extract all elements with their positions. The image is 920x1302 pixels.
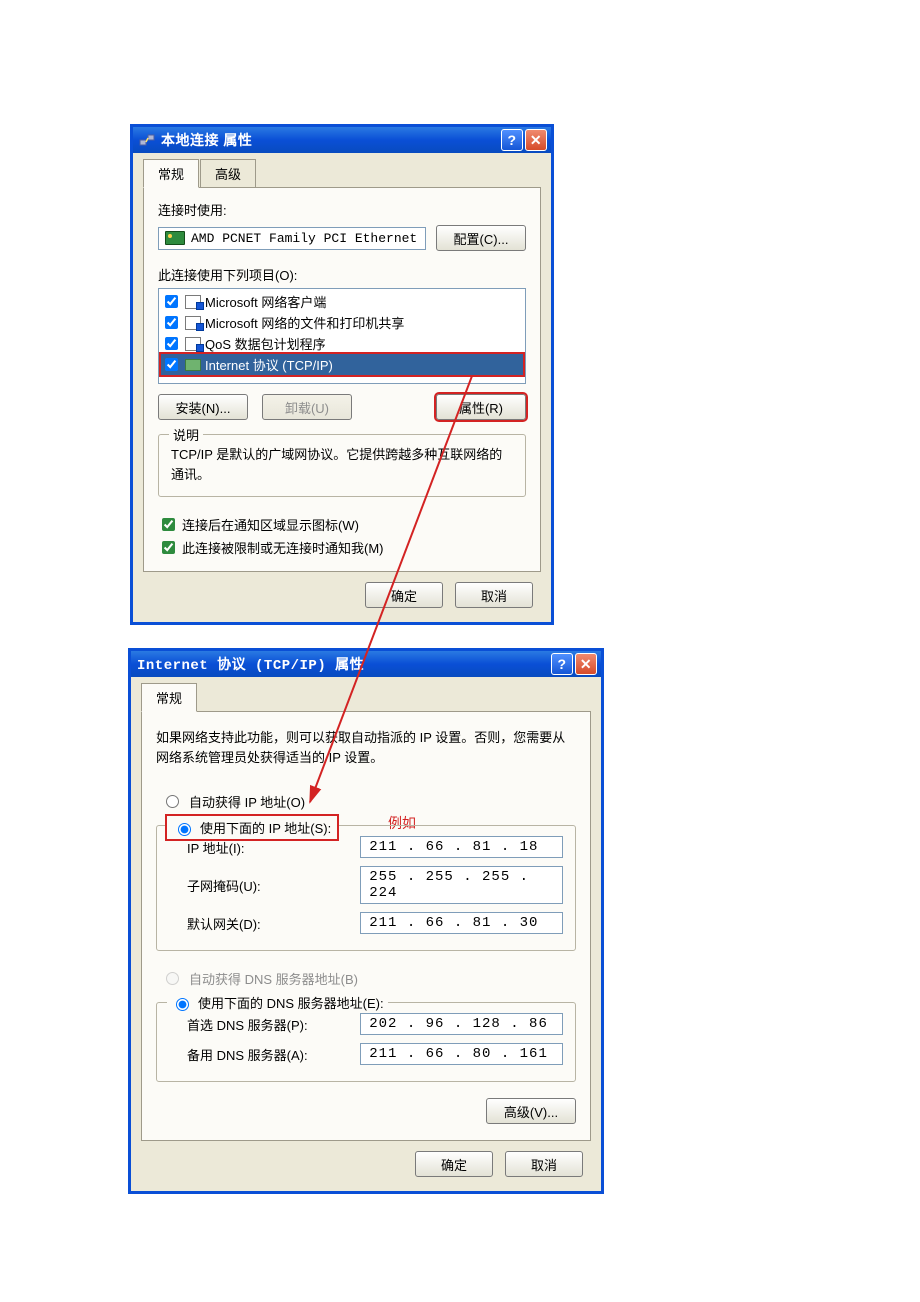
gateway-label: 默认网关(D): — [187, 914, 360, 933]
dialog-title: 本地连接 属性 — [161, 130, 499, 150]
help-button[interactable]: ? — [551, 653, 573, 675]
item-checkbox[interactable] — [165, 295, 178, 308]
item-checkbox[interactable] — [165, 316, 178, 329]
description-group: 说明 TCP/IP 是默认的广域网协议。它提供跨越多种互联网络的通讯。 — [158, 434, 526, 497]
manual-ip-group: 使用下面的 IP 地址(S): IP 地址(I): 211 . 66 . 81 … — [156, 825, 576, 951]
service-icon — [185, 316, 201, 330]
adapter-display: AMD PCNET Family PCI Ethernet — [158, 227, 426, 250]
notify-limited-label: 此连接被限制或无连接时通知我(M) — [182, 538, 384, 557]
uninstall-button: 卸载(U) — [262, 394, 352, 420]
description-text: TCP/IP 是默认的广域网协议。它提供跨越多种互联网络的通讯。 — [171, 445, 513, 484]
manual-ip-label: 使用下面的 IP 地址(S): — [200, 818, 331, 837]
show-tray-icon-checkbox[interactable] — [162, 518, 175, 531]
close-button[interactable]: ✕ — [575, 653, 597, 675]
manual-dns-radio[interactable] — [176, 998, 189, 1011]
tab-panel-general: 连接时使用: AMD PCNET Family PCI Ethernet 配置(… — [143, 187, 541, 572]
gateway-input[interactable]: 211 . 66 . 81 . 30 — [360, 912, 563, 934]
install-button[interactable]: 安装(N)... — [158, 394, 248, 420]
auto-ip-label: 自动获得 IP 地址(O) — [189, 792, 305, 811]
item-checkbox[interactable] — [165, 358, 178, 371]
tabstrip: 常规 高级 — [143, 159, 541, 188]
auto-ip-radio[interactable] — [166, 795, 179, 808]
description-legend: 说明 — [169, 425, 203, 444]
adapter-name: AMD PCNET Family PCI Ethernet — [191, 231, 417, 246]
subnet-mask-label: 子网掩码(U): — [187, 876, 360, 895]
item-checkbox[interactable] — [165, 337, 178, 350]
subnet-mask-input[interactable]: 255 . 255 . 255 . 224 — [360, 866, 563, 904]
item-label: QoS 数据包计划程序 — [205, 334, 326, 353]
manual-dns-group: 使用下面的 DNS 服务器地址(E): 首选 DNS 服务器(P): 202 .… — [156, 1002, 576, 1082]
close-button[interactable]: ✕ — [525, 129, 547, 151]
items-label: 此连接使用下列项目(O): — [158, 265, 526, 284]
list-item-tcpip[interactable]: Internet 协议 (TCP/IP) — [161, 354, 523, 375]
ip-address-input[interactable]: 211 . 66 . 81 . 18 — [360, 836, 563, 858]
item-label: Microsoft 网络客户端 — [205, 292, 326, 311]
show-tray-icon-label: 连接后在通知区域显示图标(W) — [182, 515, 359, 534]
tab-general[interactable]: 常规 — [143, 159, 199, 188]
nic-icon — [165, 231, 185, 245]
ip-address-label: IP 地址(I): — [187, 838, 360, 857]
help-button[interactable]: ? — [501, 129, 523, 151]
components-listbox[interactable]: Microsoft 网络客户端 Microsoft 网络的文件和打印机共享 Qo… — [158, 288, 526, 384]
alternate-dns-input[interactable]: 211 . 66 . 80 . 161 — [360, 1043, 563, 1065]
properties-button[interactable]: 属性(R) — [436, 394, 526, 420]
ok-button[interactable]: 确定 — [365, 582, 443, 608]
auto-dns-radio — [166, 972, 179, 985]
manual-dns-label: 使用下面的 DNS 服务器地址(E): — [198, 993, 384, 1012]
alternate-dns-label: 备用 DNS 服务器(A): — [187, 1045, 360, 1064]
manual-ip-radio[interactable] — [178, 823, 191, 836]
service-icon — [185, 337, 201, 351]
intro-text: 如果网络支持此功能，则可以获取自动指派的 IP 设置。否则，您需要从网络系统管理… — [156, 728, 576, 768]
cancel-button[interactable]: 取消 — [455, 582, 533, 608]
titlebar[interactable]: Internet 协议 (TCP/IP) 属性 ? ✕ — [131, 651, 601, 677]
tcpip-properties-dialog: Internet 协议 (TCP/IP) 属性 ? ✕ 常规 如果网络支持此功能… — [128, 648, 604, 1194]
item-label: Internet 协议 (TCP/IP) — [205, 355, 333, 374]
dialog-title: Internet 协议 (TCP/IP) 属性 — [137, 654, 549, 674]
list-item[interactable]: Microsoft 网络客户端 — [161, 291, 523, 312]
connection-icon — [139, 132, 155, 148]
preferred-dns-label: 首选 DNS 服务器(P): — [187, 1015, 360, 1034]
tab-advanced[interactable]: 高级 — [200, 159, 256, 188]
local-connection-properties-dialog: 本地连接 属性 ? ✕ 常规 高级 连接时使用: AMD PCNET Famil… — [130, 124, 554, 625]
list-item[interactable]: QoS 数据包计划程序 — [161, 333, 523, 354]
ok-button[interactable]: 确定 — [415, 1151, 493, 1177]
titlebar[interactable]: 本地连接 属性 ? ✕ — [133, 127, 551, 153]
protocol-icon — [185, 359, 201, 371]
client-icon — [185, 295, 201, 309]
advanced-button[interactable]: 高级(V)... — [486, 1098, 576, 1124]
notify-limited-checkbox[interactable] — [162, 541, 175, 554]
preferred-dns-input[interactable]: 202 . 96 . 128 . 86 — [360, 1013, 563, 1035]
cancel-button[interactable]: 取消 — [505, 1151, 583, 1177]
tab-general[interactable]: 常规 — [141, 683, 197, 712]
list-item[interactable]: Microsoft 网络的文件和打印机共享 — [161, 312, 523, 333]
connect-using-label: 连接时使用: — [158, 200, 526, 219]
auto-dns-label: 自动获得 DNS 服务器地址(B) — [189, 969, 358, 988]
item-label: Microsoft 网络的文件和打印机共享 — [205, 313, 404, 332]
configure-button[interactable]: 配置(C)... — [436, 225, 526, 251]
